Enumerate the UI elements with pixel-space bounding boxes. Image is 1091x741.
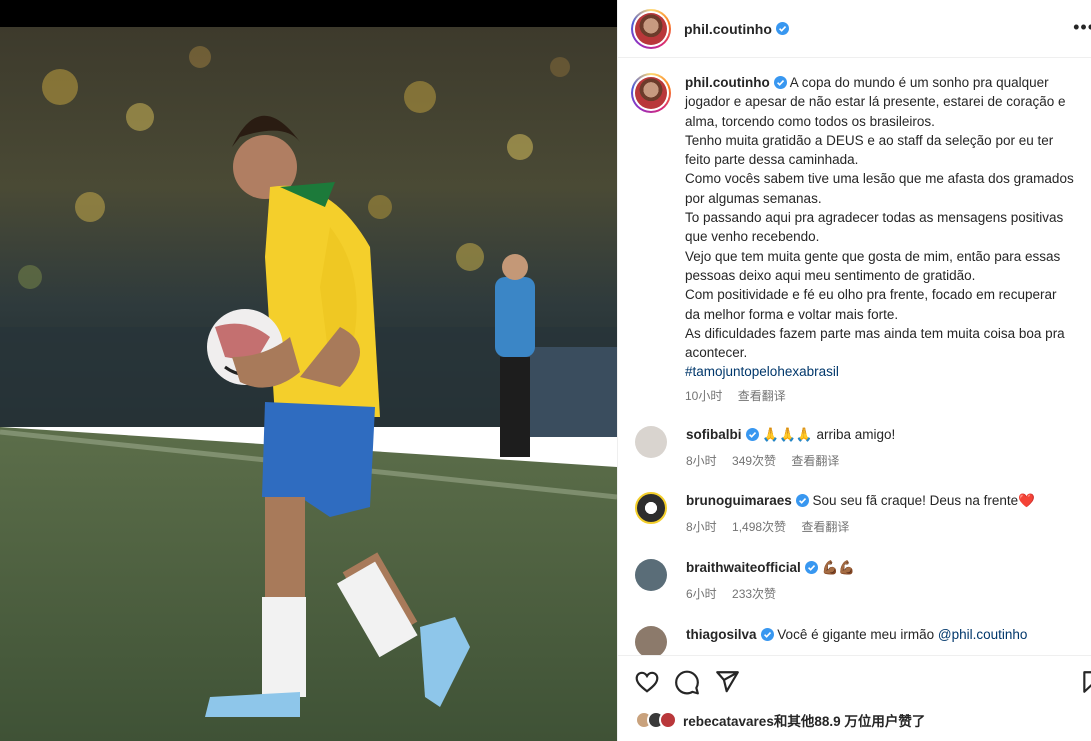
- caption-line: acontecer.: [685, 345, 748, 361]
- comment-username[interactable]: brunoguimaraes: [686, 493, 792, 508]
- likes-summary[interactable]: rebecatavares和其他88.9 万位用户赞了: [635, 710, 925, 730]
- comment-text: Você é gigante meu irmão: [777, 627, 938, 642]
- soccer-player-photo: [0, 27, 617, 741]
- caption-line: alma, torcendo como todos os brasileiros…: [685, 113, 935, 129]
- caption-line: Com positividade e fé eu olho pra frente…: [685, 287, 1057, 303]
- caption-line: Como vocês sabem tive uma lesão que me a…: [685, 171, 1074, 187]
- post-header: phil.coutinho •••: [618, 0, 1091, 58]
- caption-meta: 10小时 查看翻译: [685, 387, 1082, 406]
- caption-line: As dificuldades fazem parte mas ainda te…: [685, 325, 1065, 341]
- caption-username[interactable]: phil.coutinho: [685, 75, 770, 90]
- comment-item: thiagosilva Você é gigante meu irmão @ph…: [618, 626, 1027, 655]
- caption-line: por algumas semanas.: [685, 190, 822, 206]
- comment-time: 6小时: [686, 587, 717, 601]
- more-options-icon[interactable]: •••: [1073, 17, 1091, 38]
- comment-item: braithwaiteofficial 💪🏾💪🏾 6小时 233次赞: [618, 559, 855, 602]
- comment-icon[interactable]: [674, 669, 700, 695]
- post-actions-bar: [618, 655, 1091, 707]
- comment-time: 8小时: [686, 520, 717, 534]
- caption-time: 10小时: [685, 388, 723, 403]
- caption-line: A copa do mundo é um sonho pra qualquer: [789, 75, 1049, 90]
- comment-text: Sou seu fã craque! Deus na frente: [812, 493, 1019, 508]
- photo-top-bar: [0, 0, 617, 27]
- liker-avatar: [659, 711, 677, 729]
- commenter-avatar[interactable]: [635, 492, 667, 524]
- comment-time: 8小时: [686, 454, 717, 468]
- comment-mention[interactable]: @phil.coutinho: [938, 627, 1028, 642]
- commenter-avatar[interactable]: [635, 426, 667, 458]
- comments-scroll-area[interactable]: phil.coutinho A copa do mundo é um sonho…: [618, 59, 1091, 655]
- comment-likes[interactable]: 1,498次赞: [732, 520, 786, 534]
- verified-badge-icon: [773, 76, 787, 89]
- caption-line: da melhor forma e voltar mais forte.: [685, 306, 899, 322]
- caption-hashtag[interactable]: #tamojuntopelohexabrasil: [685, 362, 1082, 381]
- caption-line: jogador e apesar de não estar lá present…: [685, 94, 1066, 110]
- author-username[interactable]: phil.coutinho: [684, 21, 772, 37]
- comment-translate-button[interactable]: 查看翻译: [801, 520, 849, 534]
- verified-badge-icon: [760, 628, 774, 641]
- caption-line: feito parte dessa caminhada.: [685, 152, 859, 168]
- comment-text: 💪🏾💪🏾: [821, 560, 856, 575]
- bookmark-icon[interactable]: [1080, 669, 1091, 695]
- verified-badge-icon: [775, 22, 789, 35]
- likes-text: rebecatavares和其他88.9 万位用户赞了: [683, 714, 926, 729]
- author-avatar[interactable]: [631, 8, 671, 49]
- comment-username[interactable]: sofibalbi: [686, 427, 742, 442]
- caption-line: To passando aqui pra agradecer todas as …: [685, 210, 1064, 226]
- share-icon[interactable]: [714, 669, 740, 695]
- verified-badge-icon: [745, 428, 759, 441]
- commenter-avatar[interactable]: [635, 559, 667, 591]
- comment-item: sofibalbi 🙏🙏🙏 arriba amigo! 8小时 349次赞 查看…: [618, 426, 895, 469]
- caption-line: Vejo que tem muita gente que gosta de mi…: [685, 248, 1061, 264]
- heart-icon[interactable]: [634, 669, 660, 695]
- post-caption: phil.coutinho A copa do mundo é um sonho…: [618, 59, 1091, 406]
- verified-badge-icon: [804, 561, 818, 574]
- post-side-panel: phil.coutinho ••• phil.coutinho A copa d…: [617, 0, 1091, 741]
- comment-text: 🙏🙏🙏 arriba amigo!: [762, 427, 896, 442]
- caption-line: que venho recebendo.: [685, 229, 820, 245]
- heart-emoji-icon: ❤️: [1018, 493, 1035, 508]
- caption-translate-button[interactable]: 查看翻译: [738, 389, 786, 403]
- caption-line: pessoas deixo aqui meu sentimento de gra…: [685, 267, 976, 283]
- comment-likes[interactable]: 349次赞: [732, 454, 776, 468]
- commenter-avatar[interactable]: [635, 626, 667, 655]
- comment-likes[interactable]: 233次赞: [732, 587, 776, 601]
- caption-avatar[interactable]: [631, 73, 671, 113]
- comment-item: brunoguimaraes Sou seu fã craque! Deus n…: [618, 492, 1035, 535]
- post-photo[interactable]: [0, 27, 617, 741]
- verified-badge-icon: [795, 494, 809, 507]
- caption-line: Tenho muita gratidão a DEUS e ao staff d…: [685, 132, 1054, 148]
- comment-username[interactable]: braithwaiteofficial: [686, 560, 801, 575]
- comment-username[interactable]: thiagosilva: [686, 627, 757, 642]
- comment-translate-button[interactable]: 查看翻译: [791, 454, 839, 468]
